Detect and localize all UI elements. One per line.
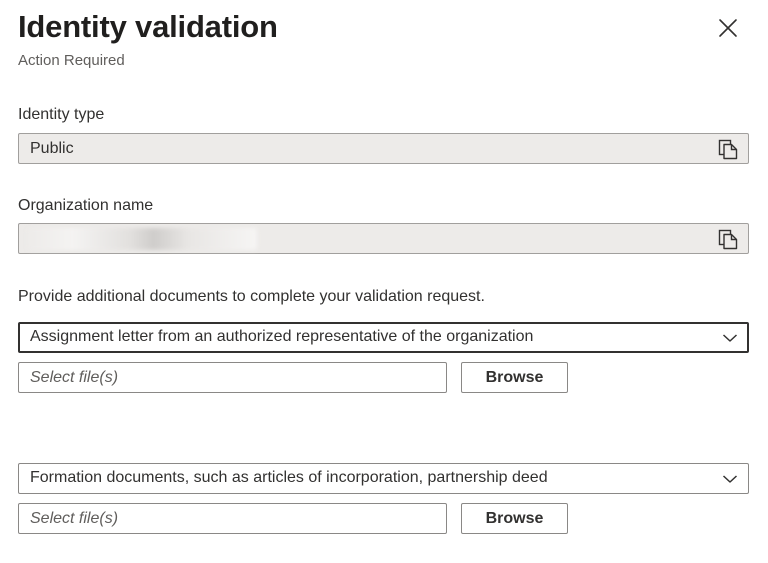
- redacted-organization-value: [27, 228, 257, 250]
- identity-type-label: Identity type: [18, 106, 105, 123]
- close-icon[interactable]: [716, 16, 740, 40]
- document-type-dropdown[interactable]: Assignment letter from an authorized rep…: [18, 322, 749, 353]
- chevron-down-icon: [722, 334, 738, 342]
- browse-button[interactable]: Browse: [461, 503, 568, 534]
- documents-instruction: Provide additional documents to complete…: [18, 288, 485, 305]
- organization-name-label: Organization name: [18, 197, 154, 214]
- page-subtitle: Action Required: [18, 52, 125, 69]
- document-type-selected: Formation documents, such as articles of…: [30, 469, 548, 486]
- identity-type-field: Public: [18, 133, 749, 164]
- file-select-input[interactable]: [18, 362, 447, 393]
- copy-icon[interactable]: [718, 229, 738, 250]
- copy-icon[interactable]: [718, 139, 738, 160]
- organization-name-field: [18, 223, 749, 254]
- browse-button[interactable]: Browse: [461, 362, 568, 393]
- document-type-selected: Assignment letter from an authorized rep…: [30, 328, 534, 345]
- identity-type-value: Public: [30, 140, 74, 157]
- chevron-down-icon: [722, 475, 738, 483]
- page-title: Identity validation: [18, 9, 278, 44]
- file-select-input[interactable]: [18, 503, 447, 534]
- document-type-dropdown[interactable]: Formation documents, such as articles of…: [18, 463, 749, 494]
